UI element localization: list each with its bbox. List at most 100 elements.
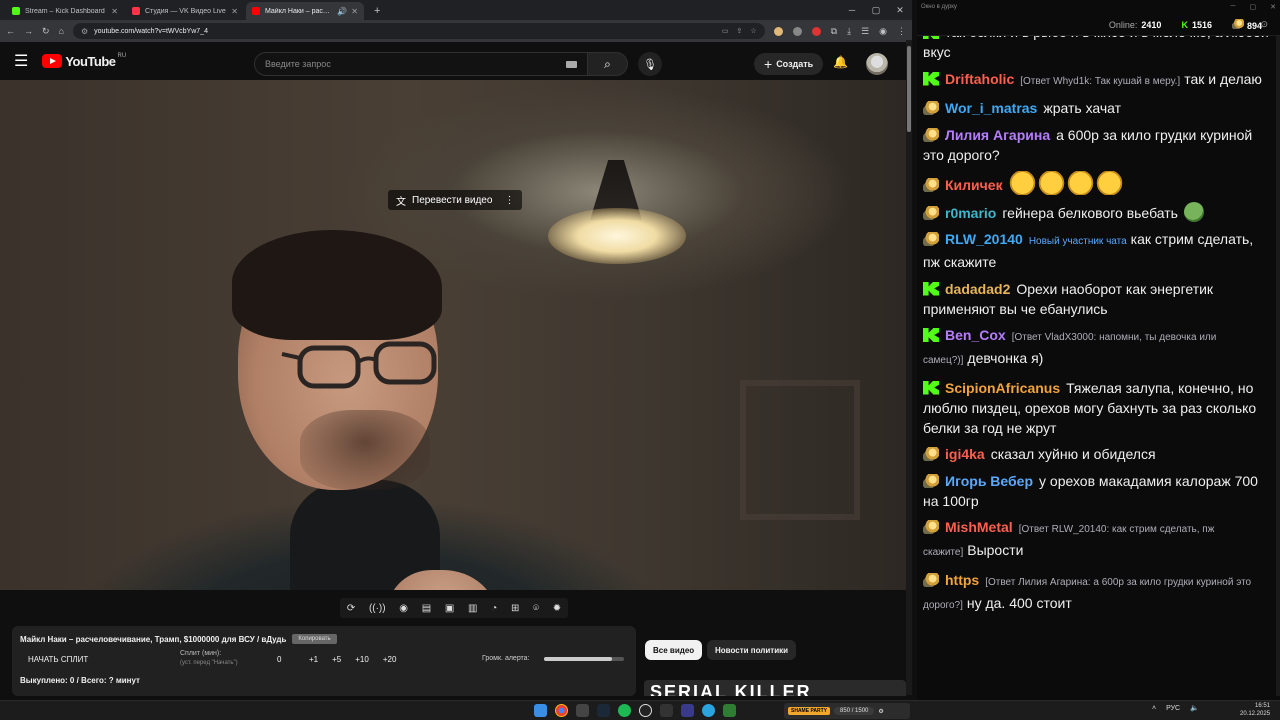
app-icon[interactable]: [681, 704, 694, 717]
create-button[interactable]: + Создать: [754, 53, 824, 75]
app-icon[interactable]: [660, 704, 673, 717]
chat-username[interactable]: Wor_i_matras: [945, 100, 1037, 116]
tab-vk[interactable]: Студия — VK Видео Live ✕: [126, 2, 244, 20]
chat-scrollbar[interactable]: [1276, 36, 1280, 696]
start-split-button[interactable]: НАЧАТЬ СПЛИТ: [28, 655, 88, 664]
add-5-button[interactable]: +5: [332, 655, 341, 664]
alert-volume-slider[interactable]: [544, 657, 624, 661]
page-scrollbar-thumb[interactable]: [907, 46, 911, 132]
extension-icon[interactable]: [811, 26, 821, 36]
eye-icon[interactable]: ◉: [399, 603, 408, 614]
maximize-icon[interactable]: ▢: [864, 5, 888, 20]
spotify-icon[interactable]: [618, 704, 631, 717]
chat-username[interactable]: Киличек: [945, 177, 1003, 193]
chat-username[interactable]: r0mario: [945, 205, 996, 221]
video-player[interactable]: 文 Перевести видео ⋮: [0, 80, 906, 590]
extensions-puzzle-icon[interactable]: ⧉: [831, 26, 837, 37]
cinema-mode-icon[interactable]: ▥: [468, 603, 477, 614]
extension-icon[interactable]: [792, 26, 802, 36]
maximize-icon[interactable]: ▢: [1250, 3, 1257, 11]
reload-icon[interactable]: ↻: [42, 26, 50, 37]
notifications-bell-icon[interactable]: 🔔: [833, 55, 848, 69]
url-field[interactable]: ⚙ youtube.com/watch?v=tWVcbYw7_4 ▭ ⇪ ☆: [72, 23, 765, 39]
subtitle-icon[interactable]: ⊞: [511, 603, 519, 614]
new-tab-icon[interactable]: +: [366, 5, 388, 20]
add-10-button[interactable]: +10: [355, 655, 369, 664]
close-window-icon[interactable]: ✕: [888, 5, 912, 20]
chat-username[interactable]: MishMetal: [945, 519, 1013, 535]
back-icon[interactable]: ←: [6, 26, 15, 36]
obs-icon[interactable]: [639, 704, 652, 717]
search-input[interactable]: Введите запрос: [254, 52, 588, 76]
picture-in-picture-icon[interactable]: ▣: [445, 603, 454, 614]
tab-kick[interactable]: Stream – Kick Dashboard ✕: [6, 2, 124, 20]
chrome-icon[interactable]: [555, 704, 568, 717]
chat-username[interactable]: dadadad2: [945, 281, 1010, 297]
bookmark-star-icon[interactable]: ☆: [750, 27, 756, 35]
windows-start-icon[interactable]: [534, 704, 547, 717]
broadcast-icon[interactable]: ((·)): [369, 603, 386, 614]
settings-gear-icon[interactable]: ✹: [553, 603, 561, 614]
screenshot-icon[interactable]: ⌾: [533, 603, 539, 614]
chat-settings-icon[interactable]: ⊙: [1260, 19, 1268, 30]
pepe-emote-icon: [1183, 201, 1204, 222]
close-tab-icon[interactable]: ✕: [111, 7, 118, 16]
chat-username[interactable]: https: [945, 572, 979, 588]
close-tab-icon[interactable]: ✕: [351, 7, 358, 16]
minimize-icon[interactable]: ─: [1231, 3, 1236, 11]
split-value[interactable]: 0: [277, 655, 281, 664]
copy-button[interactable]: Копировать: [292, 634, 337, 644]
panel-title: Майкл Наки – расчеловечивание, Трамп, $1…: [20, 634, 337, 644]
widget-more-icon[interactable]: ⚙: [878, 708, 883, 715]
translate-video-button[interactable]: 文 Перевести видео ⋮: [388, 190, 523, 210]
reply-reference[interactable]: [Ответ Whyd1k: Так кушай в меру.]: [1020, 76, 1180, 87]
speaker-icon[interactable]: 🔊: [337, 7, 347, 16]
chat-username[interactable]: igi4ka: [945, 446, 985, 462]
clapper-icon[interactable]: ▤: [422, 603, 431, 614]
speed-icon[interactable]: ◔: [491, 603, 497, 614]
add-20-button[interactable]: +20: [383, 655, 397, 664]
chat-username[interactable]: Лилия Агарина: [945, 127, 1050, 143]
share-icon[interactable]: ⇪: [736, 27, 742, 35]
chip-all-videos[interactable]: Все видео: [645, 640, 703, 660]
chat-username[interactable]: Ben_Cox: [945, 327, 1006, 343]
chat-username[interactable]: Игорь Вебер: [945, 473, 1033, 489]
add-1-button[interactable]: +1: [309, 655, 318, 664]
menu-kebab-icon[interactable]: ⋮: [897, 26, 906, 37]
site-info-icon[interactable]: ⚙: [81, 27, 88, 36]
home-icon[interactable]: ⌂: [59, 26, 64, 36]
hamburger-menu-icon[interactable]: ☰: [14, 51, 28, 71]
shame-party-widget[interactable]: SHAME PARTY 850 / 1500 ⚙: [784, 703, 910, 719]
app-icon[interactable]: [576, 704, 589, 717]
loop-icon[interactable]: ⟳: [347, 603, 355, 614]
chat-username[interactable]: RLW_20140: [945, 231, 1023, 247]
avatar[interactable]: [866, 53, 888, 75]
chip-politics-news[interactable]: Новости политики: [707, 640, 797, 660]
tab-youtube[interactable]: Майкл Наки – расчеловеч 🔊 ✕: [246, 2, 364, 20]
chat-username[interactable]: ScipionAfricanus: [945, 380, 1060, 396]
profile-icon[interactable]: ◉: [879, 26, 887, 37]
keyboard-icon[interactable]: [566, 60, 577, 68]
page-scrollbar[interactable]: [906, 40, 912, 695]
close-tab-icon[interactable]: ✕: [231, 7, 238, 16]
volume-icon[interactable]: 🔈: [1190, 704, 1199, 712]
telegram-icon[interactable]: [702, 704, 715, 717]
cast-icon[interactable]: ▭: [722, 27, 729, 35]
chat-username[interactable]: Driftaholic: [945, 71, 1014, 87]
reading-list-icon[interactable]: ☰: [861, 26, 869, 37]
steam-icon[interactable]: [597, 704, 610, 717]
more-options-icon[interactable]: ⋮: [504, 195, 514, 206]
tray-chevron-icon[interactable]: ˄: [1152, 705, 1156, 712]
minimize-icon[interactable]: ─: [840, 5, 864, 20]
clock[interactable]: 16:51 20.12.2025: [1240, 702, 1270, 718]
download-icon[interactable]: ⤓: [847, 26, 851, 37]
extension-icon[interactable]: [773, 26, 783, 36]
language-indicator[interactable]: РУС: [1166, 705, 1180, 712]
search-button[interactable]: ⌕: [588, 52, 628, 76]
youtube-logo[interactable]: YouTube RU: [42, 53, 126, 69]
app-icon[interactable]: [723, 704, 736, 717]
forward-icon[interactable]: →: [24, 26, 33, 36]
voice-search-button[interactable]: 🎙: [638, 52, 662, 76]
recommended-thumbnail[interactable]: SERIAL KILLER: [644, 680, 906, 696]
close-window-icon[interactable]: ✕: [1270, 3, 1276, 11]
